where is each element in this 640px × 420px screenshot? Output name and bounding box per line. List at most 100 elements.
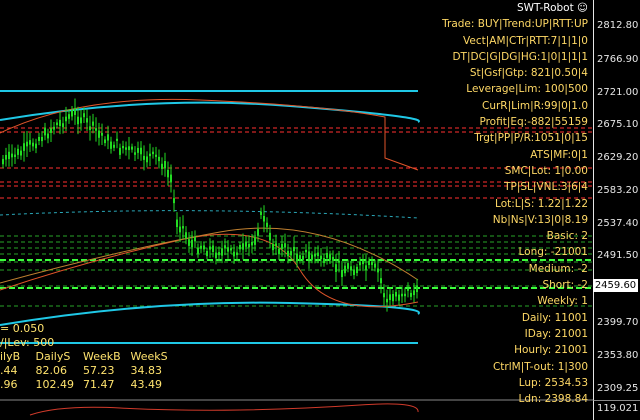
panel-line: St|Gsf|Gtp: 821|0.50|4 [469, 67, 588, 80]
candle-body [80, 117, 82, 124]
candle-body [77, 116, 79, 125]
candle-body [245, 241, 247, 247]
candle-body [407, 288, 409, 291]
candle-body [284, 243, 286, 248]
candle-body [329, 254, 331, 261]
candle-body [320, 255, 322, 259]
candle-body [155, 154, 157, 157]
candle-body [209, 246, 211, 250]
candle-body [296, 253, 298, 262]
candle-body [206, 250, 208, 257]
candle-body [71, 110, 73, 117]
stats-header: WeekB [83, 350, 121, 363]
panel-line: TP|SL|VNL:3|6|4 [504, 181, 588, 194]
candle-body [137, 147, 139, 153]
candle-body [227, 247, 229, 252]
candle-body [89, 126, 91, 130]
candle-body [92, 121, 94, 126]
panel-line: Trgt|PP|P/R:1051|0|15 [474, 132, 588, 145]
candle-body [260, 211, 262, 215]
candle-body [38, 136, 40, 141]
candle-body [224, 245, 226, 249]
candle-body [344, 265, 346, 274]
candle-body [404, 293, 406, 297]
panel-line: Trade: BUY|Trend:UP|RTT:UP [442, 18, 588, 31]
candle-body [383, 293, 385, 298]
candle-body [167, 169, 169, 178]
panel-line: Lup: 2534.53 [518, 376, 588, 389]
candle-body [389, 294, 391, 301]
stats-row: .44 82.06 57.23 34.83 [0, 364, 175, 378]
panel-line: DT|DC|G|DG|HG:1|0|1|1|1 [452, 50, 588, 63]
candle-body [305, 249, 307, 253]
price-tick: 2812.80 [597, 20, 639, 31]
indicator-axis: 119.021 [593, 400, 640, 420]
candle-body [413, 290, 415, 296]
orange-ma-line [0, 227, 419, 284]
candle-body [11, 153, 13, 158]
candle-body [326, 253, 328, 258]
candle-body [356, 266, 358, 274]
stats-header-row: ilyB DailyS WeekB WeekS [0, 350, 175, 364]
panel-line: CtrlM|T-out: 1|300 [492, 360, 588, 373]
candle-body [152, 151, 154, 155]
price-axis[interactable]: 2812.80 2766.90 2721.00 2675.10 2629.20 2583.… [593, 0, 640, 400]
candle-body [134, 152, 136, 155]
candle-body [218, 252, 220, 256]
candle-body [107, 134, 109, 141]
candle-body [143, 155, 145, 160]
candle-body [53, 126, 55, 130]
panel-line: CurR|Lim|R:99|0|1.0 [482, 99, 588, 112]
candle-body [95, 128, 97, 131]
candle-body [146, 156, 148, 163]
price-tick: 2537.40 [597, 218, 639, 229]
candle-body [2, 158, 4, 165]
candle-body [125, 147, 127, 150]
candle-body [395, 291, 397, 297]
candle-body [65, 116, 67, 122]
candle-body [170, 174, 172, 183]
panel-line: Long: -21001 [518, 246, 588, 259]
candle-body [194, 237, 196, 242]
candle-body [68, 114, 70, 119]
candle-body [200, 245, 202, 249]
stats-header: ilyB [0, 350, 21, 363]
candle-body [302, 255, 304, 260]
candle-body [104, 139, 106, 144]
candle-body [14, 154, 16, 158]
candle-body [86, 118, 88, 123]
panel-title-row: SWT-Robot ☺ [442, 0, 588, 16]
candle-body [98, 130, 100, 138]
candle-body [17, 148, 19, 155]
stats-cell: 102.49 [35, 378, 75, 391]
candle-body [311, 254, 313, 260]
smiley-icon: ☺ [577, 2, 588, 14]
candle-body [350, 266, 352, 271]
price-tick: 2766.90 [597, 54, 639, 65]
indicator-tick: 119.021 [597, 403, 639, 414]
candle-body [362, 260, 364, 265]
candle-body [203, 245, 205, 250]
candle-body [257, 229, 259, 236]
chart-window[interactable]: 2812.80 2766.90 2721.00 2675.10 2629.20 2583.… [0, 0, 640, 420]
stats-header: DailyS [35, 350, 71, 363]
candle-body [20, 150, 22, 156]
candle-body [299, 255, 301, 260]
candle-body [365, 265, 367, 271]
candle-body [74, 108, 76, 115]
candle-body [173, 198, 175, 204]
candle-body [128, 146, 130, 151]
panel-line: Leverage|Lim: 100|500 [466, 83, 588, 96]
candle-body [371, 262, 373, 265]
candle-body [281, 243, 283, 250]
candle-body [293, 246, 295, 252]
candle-body [182, 226, 184, 229]
candle-body [266, 222, 268, 227]
candle-body [221, 248, 223, 256]
stats-table: ilyB DailyS WeekB WeekS .44 82.06 57.23 … [0, 350, 175, 392]
candle-body [314, 253, 316, 257]
candle-body [269, 232, 271, 241]
stats-row: .96 102.49 71.47 43.49 [0, 378, 175, 392]
candle-body [62, 123, 64, 128]
price-tick: 2583.20 [597, 185, 639, 196]
